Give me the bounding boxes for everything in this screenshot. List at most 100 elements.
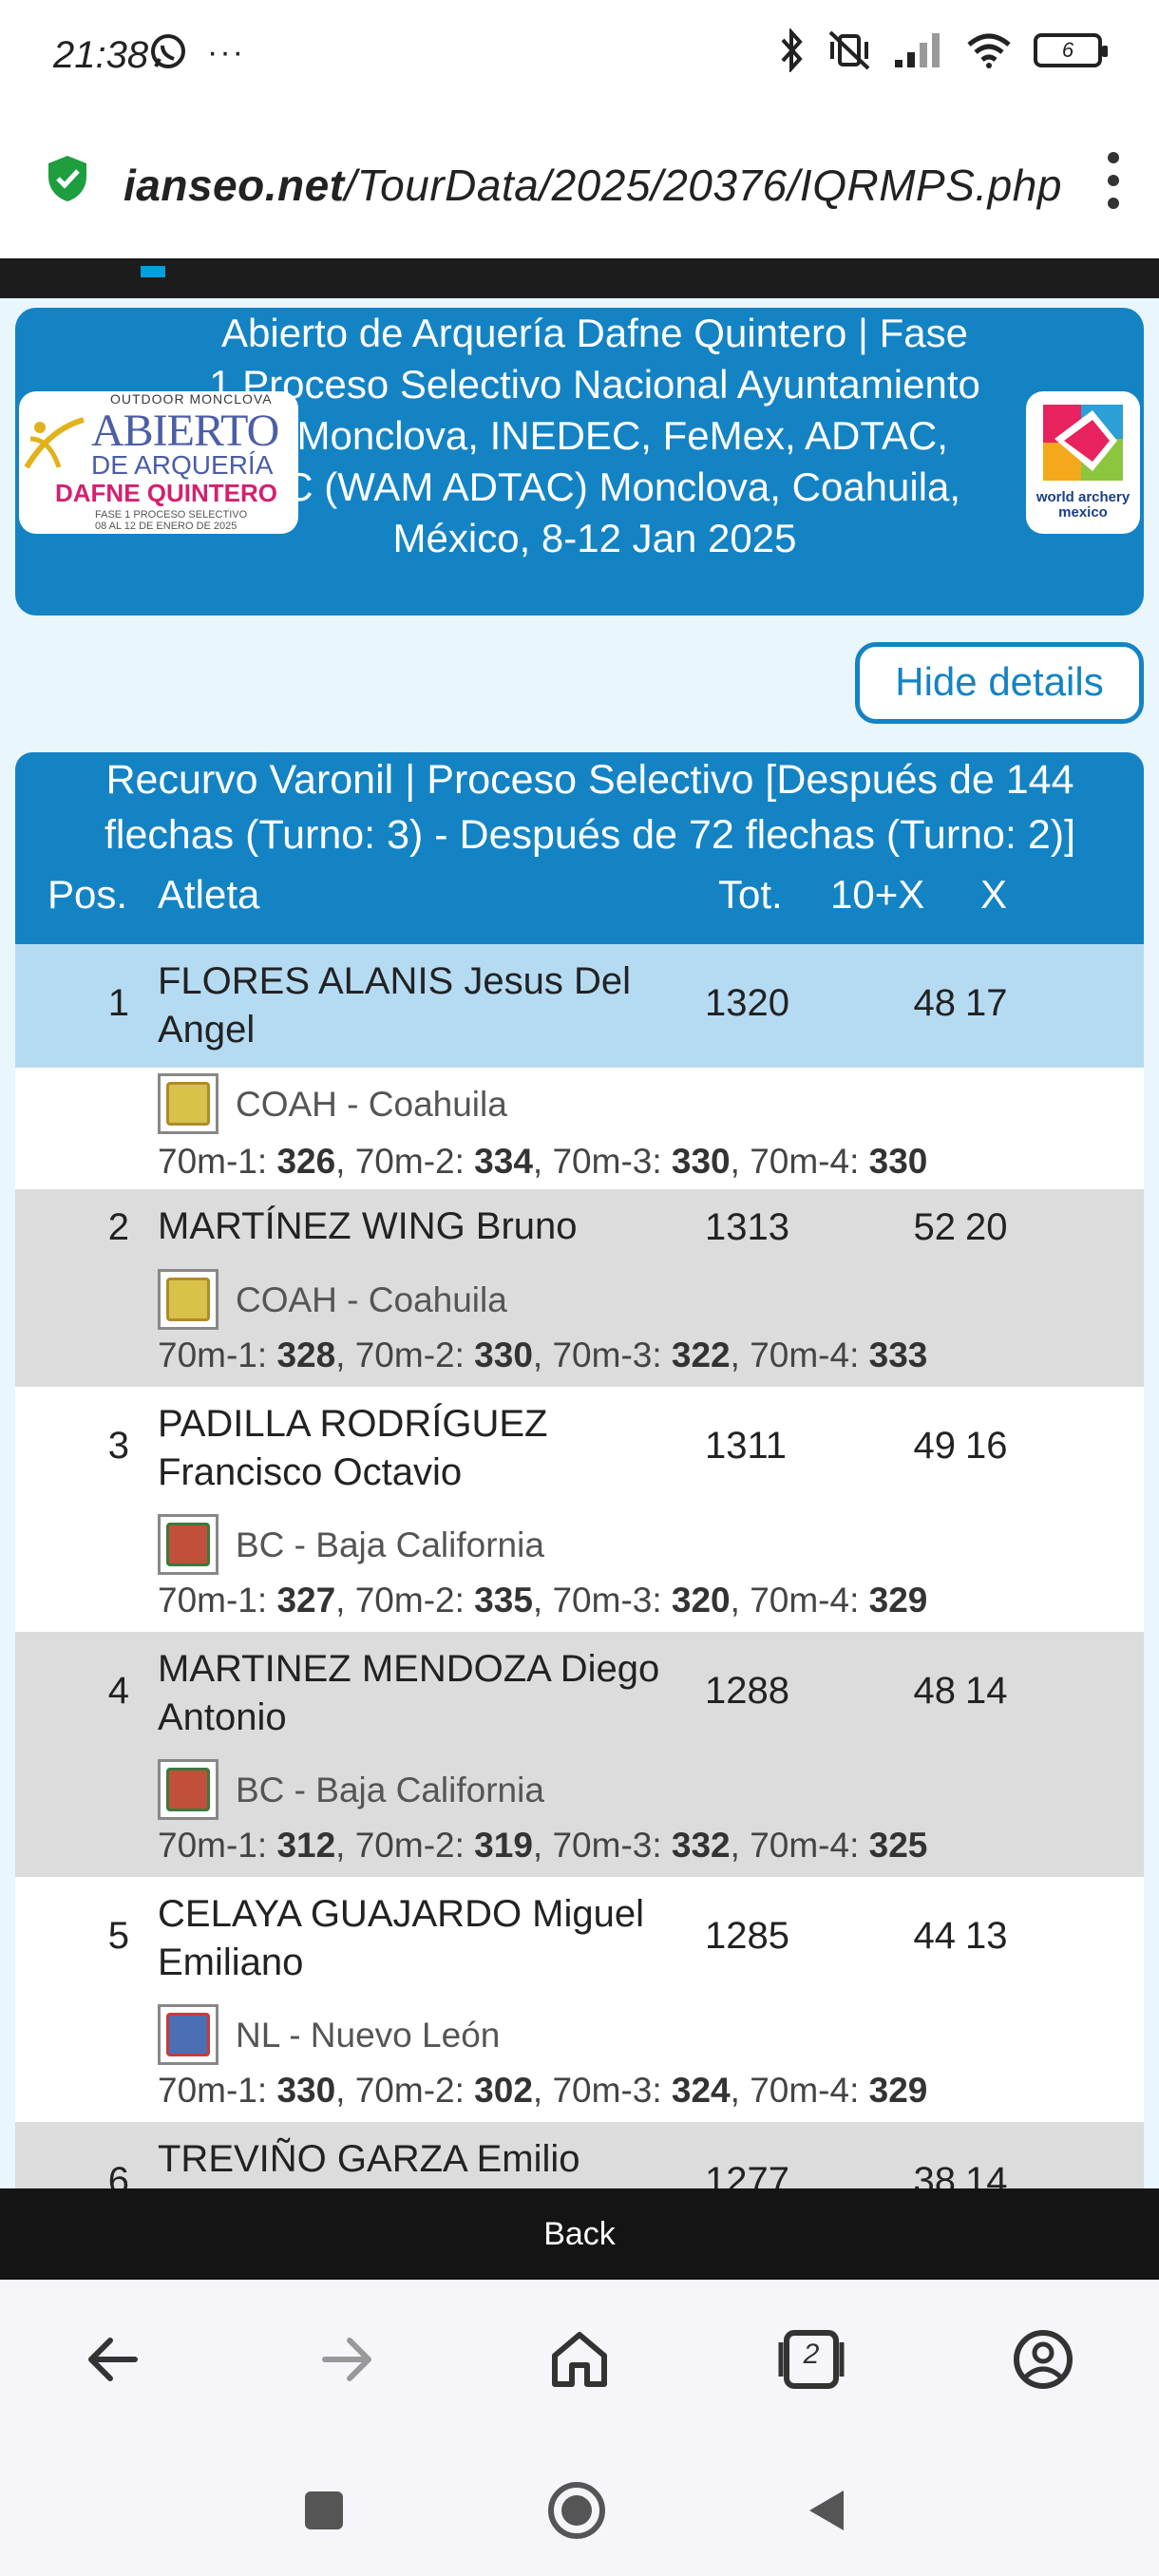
forward-arrow-icon[interactable] [308,2321,384,2397]
tournament-header: Abierto de Arquería Dafne Quintero | Fas… [15,308,1144,616]
overflow-menu-icon[interactable] [1104,152,1123,209]
status-time: 21:38 [53,34,149,76]
page-content: Abierto de Arquería Dafne Quintero | Fas… [0,258,1159,2188]
row-athlete: MARTINEZ MENDOZA Diego Antonio [158,1648,660,1738]
status-right-icons: 6 [777,28,1108,72]
wifi-icon [967,33,1011,68]
row-x: 16 [965,1425,1008,1467]
signal-icon [895,33,940,67]
row-10x: 52 [913,1206,957,1248]
coahuila-flag-icon [158,1269,218,1330]
table-row[interactable]: 4 MARTINEZ MENDOZA Diego Antonio 1288 48… [15,1632,1144,1877]
row-distance-scores: 70m-1: 328, 70m-2: 330, 70m-3: 322, 70m-… [158,1335,928,1374]
table-row[interactable]: 5 CELAYA GUAJARDO Miguel Emiliano 1285 4… [15,1877,1144,2122]
row-x: 13 [965,1915,1008,1957]
tournament-logo: OUTDOOR MONCLOVA ABIERTO DE ARQUERÍA DAF… [19,391,298,534]
row-pos: 4 [107,1670,129,1712]
row-x: 20 [965,1206,1008,1248]
url-domain[interactable]: ianseo.net [124,161,345,210]
col-total: Tot. [718,872,783,917]
table-row[interactable]: 6 TREVIÑO GARZA Emilio 1277 38 14 [15,2122,1144,2188]
url-path[interactable]: /TourData/2025/20376/IQRMPS.php [345,161,1062,210]
row-pos: 6 [107,2160,129,2188]
secure-shield-icon[interactable] [46,154,89,203]
row-10x: 49 [913,1425,957,1467]
row-athlete: PADILLA RODRÍGUEZ Francisco Octavio [158,1403,548,1493]
row-10x: 38 [913,2160,957,2188]
row-distance-scores: 70m-1: 327, 70m-2: 335, 70m-3: 320, 70m-… [158,1581,928,1619]
row-pos: 2 [107,1206,129,1248]
nuevo-leon-flag-icon [158,2004,218,2065]
recents-icon[interactable] [300,2487,348,2534]
results-table: Recurvo Varonil | Proceso Selectivo [Des… [15,752,1144,2188]
row-athlete: MARTÍNEZ WING Bruno [158,1205,578,1247]
table-row[interactable]: 1 FLORES ALANIS Jesus Del Angel 1320 48 … [15,944,1144,1189]
archer-logo-icon [24,417,85,469]
row-total: 1285 [705,1915,789,1957]
row-club: BC - Baja California [236,1771,544,1809]
status-left-icons: ··· [148,32,245,72]
row-club: COAH - Coahuila [236,1280,507,1319]
row-x: 14 [965,1670,1008,1712]
row-distance-scores: 70m-1: 312, 70m-2: 319, 70m-3: 332, 70m-… [158,1826,928,1865]
site-top-bar [0,258,1159,298]
home-icon[interactable] [542,2321,618,2397]
world-archery-logo-icon [1043,405,1123,481]
row-10x: 44 [913,1915,957,1957]
hide-details-button[interactable]: Hide details [855,642,1144,724]
row-total: 1277 [705,2160,789,2188]
row-club: BC - Baja California [236,1525,544,1564]
tournament-title: Abierto de Arquería Dafne Quintero | Fas… [209,311,980,560]
battery-icon: 6 [1034,33,1108,67]
baja-california-flag-icon [158,1759,218,1820]
row-x: 17 [965,982,1008,1024]
row-club: COAH - Coahuila [236,1085,507,1124]
col-x: X [980,872,1008,917]
row-pos: 1 [107,982,129,1024]
table-row[interactable]: 2 MARTÍNEZ WING Bruno 1313 52 20 COAH - … [15,1189,1144,1387]
whatsapp-icon [151,34,185,68]
more-notifications-icon: ··· [207,33,245,70]
row-pos: 3 [107,1425,129,1467]
world-archery-logo-text: world archery mexico [1036,489,1130,521]
row-x: 14 [965,2160,1008,2188]
row-10x: 48 [913,1670,957,1712]
logo-line-5: FASE 1 PROCESO SELECTIVO [95,509,248,521]
row-total: 1288 [705,1670,789,1712]
logo-line-6: 08 AL 12 DE ENERO DE 2025 [95,521,238,532]
tabs-button[interactable]: 2 [773,2321,849,2397]
row-total: 1320 [705,982,789,1024]
back-button[interactable]: Back [0,2188,1159,2280]
row-athlete: FLORES ALANIS Jesus Del Angel [158,960,631,1051]
world-archery-mexico-logo: world archery mexico [1026,391,1140,534]
row-club: NL - Nuevo León [236,2016,501,2055]
back-arrow-icon[interactable] [76,2321,152,2397]
logo-line-4: DAFNE QUINTERO [55,479,277,507]
status-bar: 21:38 ··· 6 [0,0,1159,110]
home-circle-icon[interactable] [545,2479,608,2542]
row-10x: 48 [913,982,957,1024]
row-distance-scores: 70m-1: 326, 70m-2: 334, 70m-3: 330, 70m-… [158,1142,928,1181]
url-text[interactable]: ianseo.net/TourData/2025/20376/IQRMPS.ph… [124,160,1062,211]
table-caption: Recurvo Varonil | Proceso Selectivo [Des… [104,757,1076,858]
address-bar[interactable]: ianseo.net/TourData/2025/20376/IQRMPS.ph… [0,110,1159,258]
coahuila-flag-icon [158,1073,218,1134]
logo-line-3: DE ARQUERÍA [91,450,274,480]
row-total: 1313 [705,1206,789,1248]
browser-nav-bar: 2 [0,2280,1159,2445]
row-distance-scores: 70m-1: 330, 70m-2: 302, 70m-3: 324, 70m-… [158,2071,928,2110]
row-pos: 5 [107,1915,129,1957]
system-nav-bar [0,2445,1159,2576]
col-pos: Pos. [48,872,128,917]
baja-california-flag-icon [158,1514,218,1575]
row-athlete: TREVIÑO GARZA Emilio [158,2138,580,2180]
system-back-icon[interactable] [804,2487,851,2534]
table-header: Recurvo Varonil | Proceso Selectivo [Des… [15,752,1144,944]
mute-vibrate-icon [828,30,870,70]
row-total: 1311 [705,1425,788,1467]
bluetooth-icon [781,28,803,72]
table-row[interactable]: 3 PADILLA RODRÍGUEZ Francisco Octavio 13… [15,1387,1144,1632]
account-icon[interactable] [1005,2321,1081,2397]
logo-line-2: ABIERTO [91,406,279,456]
col-athlete: Atleta [158,872,260,917]
